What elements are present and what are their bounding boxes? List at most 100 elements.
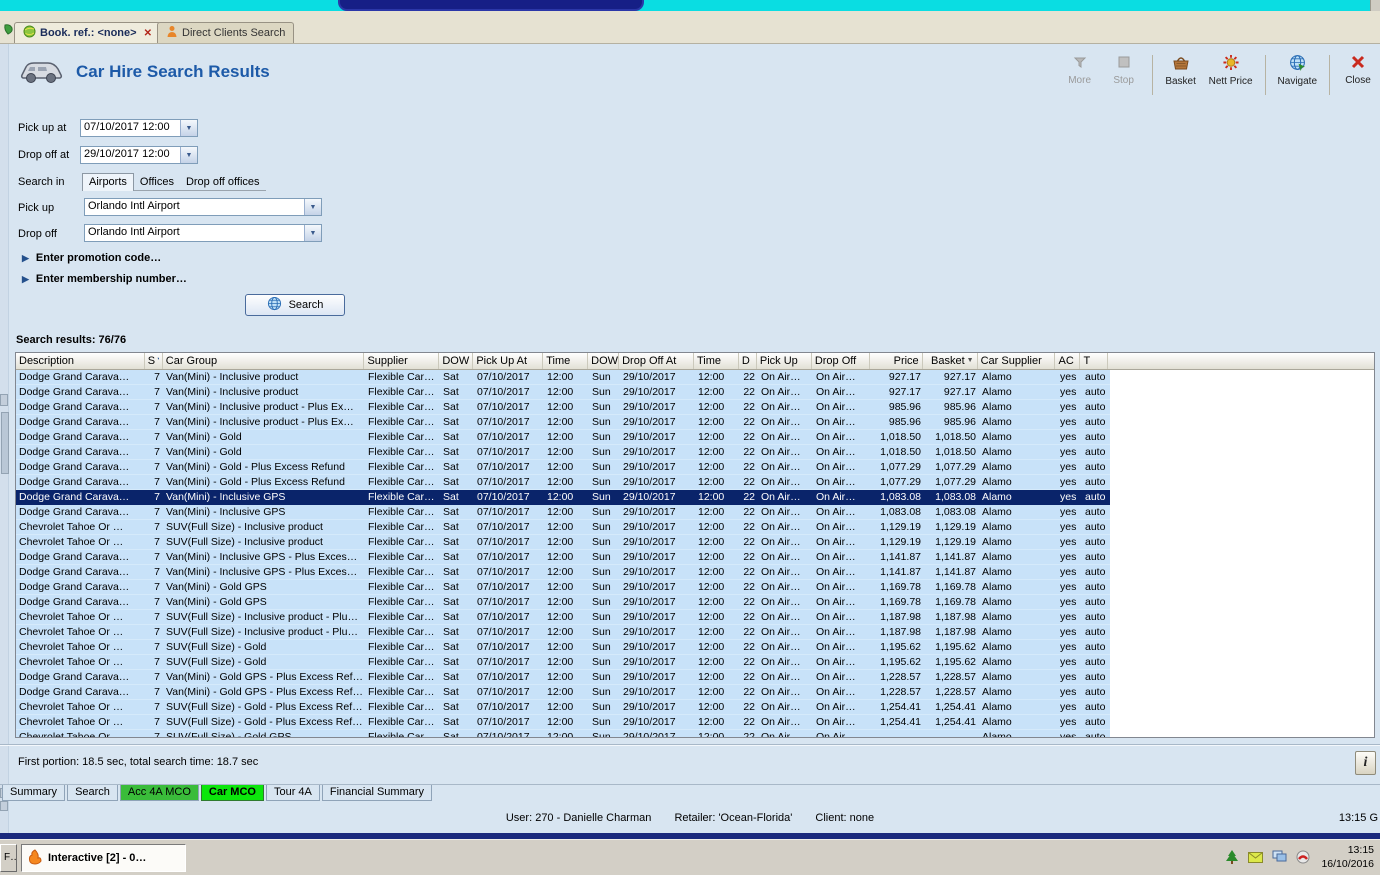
table-row[interactable]: Chevrolet Tahoe Or … 7 SUV(Full Size) - … — [16, 655, 1110, 670]
dropoff-location-combo[interactable]: Orlando Intl Airport ▼ — [84, 224, 322, 242]
cell-s: 7 — [154, 551, 160, 563]
table-row[interactable]: Dodge Grand Carava… 7 Van(Mini) - Gold -… — [16, 460, 1110, 475]
tab-car-mco[interactable]: Car MCO — [200, 785, 264, 801]
col-car-group[interactable]: Car Group — [163, 353, 365, 369]
pickup-at-label: Pick up at — [18, 122, 67, 134]
network-tray-icon[interactable] — [1272, 850, 1287, 868]
cell-ac: yes — [1060, 626, 1077, 638]
cell-pickup: On Air… — [761, 476, 801, 488]
table-row[interactable]: Chevrolet Tahoe Or … 7 SUV(Full Size) - … — [16, 700, 1110, 715]
taskbar-clock[interactable]: 13:15 16/10/2016 — [1321, 843, 1374, 871]
chevron-down-icon[interactable]: ▼ — [304, 225, 321, 241]
col-basket[interactable]: Basket ▼ — [923, 353, 978, 369]
stop-button[interactable]: Stop — [1108, 52, 1140, 86]
chevron-down-icon[interactable]: ▼ — [304, 199, 321, 215]
col-pickup[interactable]: Pick Up — [757, 353, 812, 369]
navigate-button[interactable]: Navigate — [1278, 52, 1317, 87]
col-t[interactable]: T — [1080, 353, 1109, 369]
col-dow-2[interactable]: DOW — [588, 353, 620, 369]
cell-basket: 1,083.08 — [935, 491, 976, 503]
tab-dropoff-offices[interactable]: Drop off offices — [180, 174, 266, 190]
table-row[interactable]: Chevrolet Tahoe Or … 7 SUV(Full Size) - … — [16, 610, 1110, 625]
basket-button[interactable]: Basket — [1165, 52, 1197, 87]
table-row[interactable]: Dodge Grand Carava… 7 Van(Mini) - Inclus… — [16, 415, 1110, 430]
cell-car-group: Van(Mini) - Gold - Plus Excess Refund — [166, 476, 345, 488]
tab-financial-summary[interactable]: Financial Summary — [321, 785, 433, 801]
col-dow-1[interactable]: DOW — [439, 353, 474, 369]
table-row[interactable]: Dodge Grand Carava… 7 Van(Mini) - Inclus… — [16, 400, 1110, 415]
table-row[interactable]: Dodge Grand Carava… 7 Van(Mini) - Inclus… — [16, 550, 1110, 565]
tab-booking[interactable]: Book. ref.: <none> ✕ — [14, 22, 161, 43]
promotion-code-expander[interactable]: ▶ Enter promotion code… — [22, 252, 161, 264]
membership-number-expander[interactable]: ▶ Enter membership number… — [22, 273, 187, 285]
phone-tray-icon[interactable] — [1296, 850, 1310, 869]
dock-strip — [0, 44, 9, 833]
table-row[interactable]: Dodge Grand Carava… 7 Van(Mini) - Gold F… — [16, 445, 1110, 460]
cell-car-supplier: Alamo — [982, 551, 1012, 563]
table-row[interactable]: Dodge Grand Carava… 7 Van(Mini) - Inclus… — [16, 385, 1110, 400]
table-row[interactable]: Dodge Grand Carava… 7 Van(Mini) - Gold G… — [16, 580, 1110, 595]
col-description[interactable]: Description — [16, 353, 145, 369]
taskbar-partial-button[interactable]: F… — [0, 844, 17, 872]
info-button[interactable]: i — [1355, 751, 1376, 775]
cell-d: 22 — [743, 431, 755, 443]
search-button[interactable]: Search — [245, 294, 345, 316]
table-row[interactable]: Dodge Grand Carava… 7 Van(Mini) - Gold F… — [16, 430, 1110, 445]
cell-dow-1: Sat — [443, 701, 459, 713]
col-d[interactable]: D — [739, 353, 757, 369]
cell-basket: 1,077.29 — [935, 476, 976, 488]
col-time-2[interactable]: Time — [694, 353, 739, 369]
dock-expand-button[interactable] — [0, 394, 8, 406]
tab-acc-4a-mco[interactable]: Acc 4A MCO — [119, 785, 199, 801]
col-time-1[interactable]: Time — [543, 353, 589, 369]
cell-dropoff: On Air… — [816, 521, 856, 533]
nett-price-button[interactable]: Nett Price — [1209, 52, 1253, 87]
tab-airports[interactable]: Airports — [82, 173, 134, 191]
col-dropoff[interactable]: Drop Off — [812, 353, 870, 369]
taskbar-app-button[interactable]: Interactive [2] - 0… — [21, 844, 186, 872]
table-row[interactable]: Dodge Grand Carava… 7 Van(Mini) - Gold -… — [16, 475, 1110, 490]
cell-description: Chevrolet Tahoe Or … — [19, 701, 124, 713]
cell-t: auto — [1085, 656, 1106, 668]
tab-direct-clients[interactable]: Direct Clients Search — [157, 22, 295, 43]
tab-offices[interactable]: Offices — [134, 174, 180, 190]
dropoff-at-combo[interactable]: 29/10/2017 12:00 ▼ — [80, 146, 198, 164]
col-dropoff-at[interactable]: Drop Off At — [619, 353, 694, 369]
mail-tray-icon[interactable] — [1248, 850, 1263, 868]
pickup-location-combo[interactable]: Orlando Intl Airport ▼ — [84, 198, 322, 216]
cell-time-1: 12:00 — [547, 656, 574, 668]
table-row[interactable]: Dodge Grand Carava… 7 Van(Mini) - Inclus… — [16, 370, 1110, 385]
cell-s: 7 — [154, 431, 160, 443]
table-row[interactable]: Dodge Grand Carava… 7 Van(Mini) - Gold G… — [16, 595, 1110, 610]
table-row[interactable]: Dodge Grand Carava… 7 Van(Mini) - Inclus… — [16, 505, 1110, 520]
sort-arrow-icon: ▼ — [966, 357, 974, 364]
tab-summary[interactable]: Summary — [2, 785, 66, 801]
table-row[interactable]: Chevrolet Tahoe Or … 7 SUV(Full Size) - … — [16, 640, 1110, 655]
tab-search[interactable]: Search — [67, 785, 118, 801]
col-price[interactable]: Price — [870, 353, 923, 369]
chevron-down-icon[interactable]: ▼ — [180, 147, 197, 163]
table-row[interactable]: Chevrolet Tahoe Or … 7 SUV(Full Size) - … — [16, 715, 1110, 730]
col-supplier[interactable]: Supplier — [364, 353, 440, 369]
pickup-at-combo[interactable]: 07/10/2017 12:00 ▼ — [80, 119, 198, 137]
tab-tour-4a[interactable]: Tour 4A — [265, 785, 320, 801]
col-s[interactable]: S — [145, 353, 163, 369]
table-row[interactable]: Chevrolet Tahoe Or … 7 SUV(Full Size) - … — [16, 535, 1110, 550]
table-row[interactable]: Chevrolet Tahoe Or … 7 SUV(Full Size) - … — [16, 520, 1110, 535]
table-row[interactable]: Dodge Grand Carava… 7 Van(Mini) - Inclus… — [16, 490, 1110, 505]
col-ac[interactable]: AC — [1055, 353, 1081, 369]
col-car-supplier[interactable]: Car Supplier — [978, 353, 1056, 369]
cell-t: auto — [1085, 731, 1106, 738]
table-row[interactable]: Chevrolet Tahoe Or … 7 SUV(Full Size) - … — [16, 625, 1110, 640]
tree-tray-icon[interactable] — [1225, 849, 1239, 869]
tab-close-icon[interactable]: ✕ — [144, 28, 152, 39]
table-row[interactable]: Chevrolet Tahoe Or … 7 SUV(Full Size) - … — [16, 730, 1110, 738]
dock-scrollbar[interactable] — [1, 412, 9, 474]
col-pickup-at[interactable]: Pick Up At — [473, 353, 544, 369]
chevron-down-icon[interactable]: ▼ — [180, 120, 197, 136]
close-button[interactable]: Close — [1342, 52, 1374, 86]
table-row[interactable]: Dodge Grand Carava… 7 Van(Mini) - Inclus… — [16, 565, 1110, 580]
more-button[interactable]: More — [1064, 52, 1096, 86]
table-row[interactable]: Dodge Grand Carava… 7 Van(Mini) - Gold G… — [16, 685, 1110, 700]
table-row[interactable]: Dodge Grand Carava… 7 Van(Mini) - Gold G… — [16, 670, 1110, 685]
